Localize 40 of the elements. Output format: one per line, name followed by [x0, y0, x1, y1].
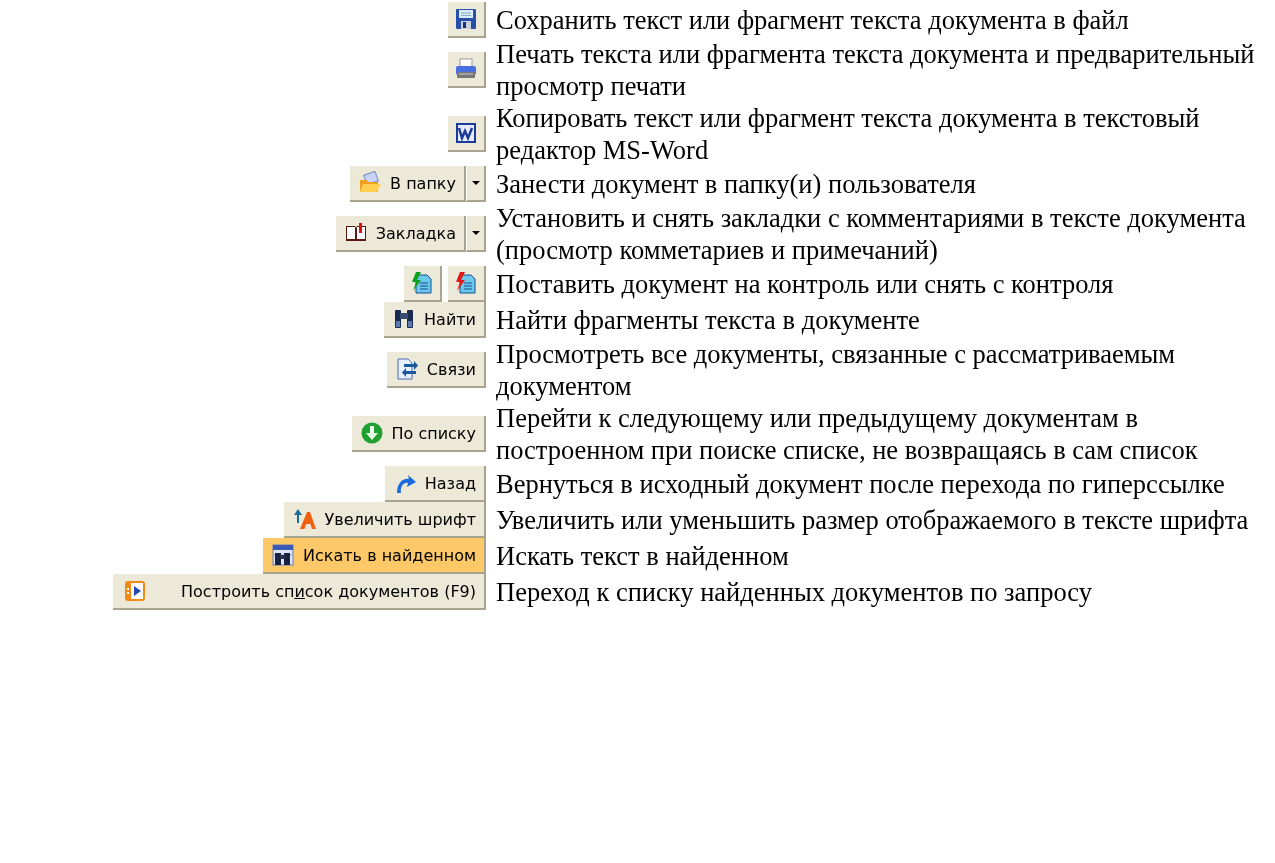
folder-icon — [358, 171, 383, 195]
toolbar-button[interactable]: Построить список документов (F9) — [113, 574, 486, 610]
toolbar-button[interactable] — [448, 266, 486, 302]
description-text: Занести документ в папку(и) пользователя — [496, 168, 977, 200]
description-text: Поставить документ на контроль или снять с контроля — [496, 268, 1115, 300]
description-text: Сохранить текст или фрагмент текста документа в файл — [496, 4, 1130, 36]
description-text: Найти фрагменты текста в документе — [496, 304, 921, 336]
description-text: Переход к списку найденных документов по запросу — [496, 576, 1093, 608]
toolbar-button[interactable]: Закладка — [335, 216, 466, 252]
arrow-up-triangle-icon — [292, 507, 317, 531]
word-document-icon — [454, 121, 478, 145]
toolbar-button[interactable] — [448, 2, 486, 38]
caret-icon — [471, 231, 480, 235]
description-text: Перейти к следующему или предыдущему документам в построенном при поиске списке, не возвращаясь в сам список — [496, 402, 1199, 466]
document-bolt-icon — [454, 271, 478, 295]
down-arrow-circle-icon — [359, 421, 384, 445]
dropdown-button[interactable] — [466, 166, 486, 202]
description-text: Искать текст в найденном — [496, 540, 790, 572]
toolbar-button[interactable]: Увеличить шрифт — [284, 502, 486, 538]
toolbar-button[interactable]: По списку — [351, 416, 486, 452]
toolbar-button[interactable]: Связи — [386, 352, 486, 388]
toolbar-button[interactable]: В папку — [350, 166, 466, 202]
printer-icon — [454, 57, 478, 81]
binoculars-grid-icon — [271, 543, 296, 567]
toolbar-button[interactable] — [448, 52, 486, 88]
description-text: Установить и снять закладки с комментариями в тексте документа (просмотр комметариев и примечаний) — [496, 202, 1247, 266]
list-document-icon — [123, 579, 148, 603]
toolbar-button[interactable]: Найти — [384, 302, 486, 338]
description-text: Копировать текст или фрагмент текста документа в текстовый редактор MS-Word — [496, 102, 1201, 166]
description-text: Печать текста или фрагмента текста документа и предварительный просмотр печати — [496, 38, 1256, 102]
dropdown-button[interactable] — [466, 216, 486, 252]
document-arrows-icon — [394, 357, 419, 381]
description-text: Увеличить или уменьшить размер отображаемого в тексте шрифта — [496, 504, 1250, 536]
toolbar-button[interactable]: Назад — [384, 466, 486, 502]
caret-icon — [471, 181, 480, 185]
description-text: Просмотреть все документы, связанные с рассматриваемым документом — [496, 338, 1177, 402]
toolbar-button[interactable]: Искать в найденном — [263, 538, 486, 574]
description-text: Вернуться в исходный документ после перехода по гиперссылке — [496, 468, 1226, 500]
toolbar-button[interactable] — [448, 116, 486, 152]
document-bolt-icon — [410, 271, 434, 295]
